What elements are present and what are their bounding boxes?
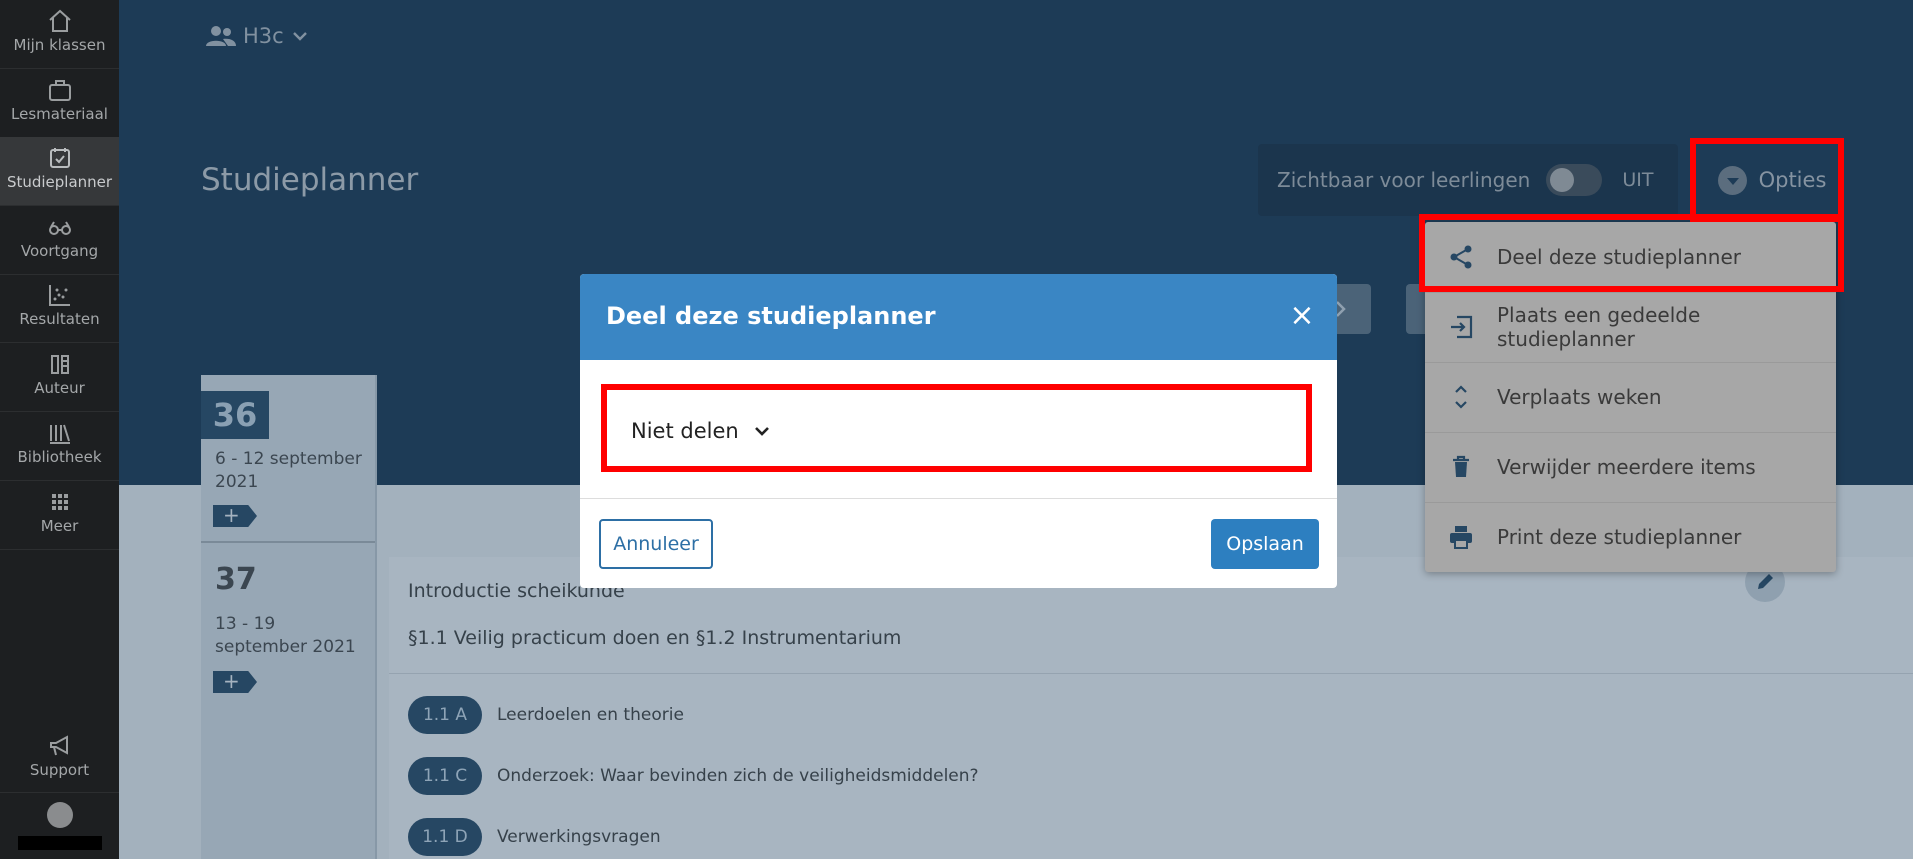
- save-button[interactable]: Opslaan: [1211, 519, 1319, 569]
- menu-item-delete-multiple[interactable]: Verwijder meerdere items: [1425, 432, 1836, 502]
- sidebar-item-label: Support: [29, 761, 90, 779]
- sidebar-item-resultaten[interactable]: Resultaten: [0, 274, 119, 342]
- avatar: [46, 802, 73, 828]
- dialog-header: Deel deze studieplanner ×: [580, 274, 1337, 360]
- sidebar-item-label: Studieplanner: [6, 173, 113, 191]
- library-icon: [47, 420, 73, 446]
- sidebar-item-label: Auteur: [34, 379, 85, 397]
- class-name: H3c: [243, 24, 284, 48]
- week-number: 36: [201, 391, 269, 439]
- lesson-item-text[interactable]: Verwerkingsvragen: [497, 827, 661, 847]
- sidebar-item-auteur[interactable]: Auteur: [0, 343, 119, 411]
- sidebar: Mijn klassen Lesmateriaal Studieplanner …: [0, 0, 119, 859]
- share-select[interactable]: Niet delen: [608, 394, 1308, 468]
- sidebar-item-voortgang[interactable]: Voortgang: [0, 206, 119, 274]
- divider: [0, 792, 119, 793]
- glasses-icon: [47, 214, 73, 240]
- sidebar-item-label: Resultaten: [19, 310, 100, 328]
- menu-item-print[interactable]: Print deze studieplanner: [1425, 502, 1836, 572]
- sidebar-item-support[interactable]: Support: [0, 725, 119, 793]
- briefcase-icon: [47, 77, 73, 103]
- chevron-down-icon: [292, 30, 308, 42]
- options-menu: Deel deze studieplanner Plaats een gedee…: [1425, 222, 1836, 572]
- lesson-item-code[interactable]: 1.1 C: [408, 757, 482, 795]
- print-icon: [1447, 523, 1475, 551]
- grid-icon: [47, 489, 73, 515]
- menu-item-label: Deel deze studieplanner: [1497, 245, 1741, 269]
- menu-item-share[interactable]: Deel deze studieplanner: [1425, 222, 1836, 292]
- week-dates-line1: 13 - 19: [215, 614, 276, 634]
- week-number: 37: [215, 562, 257, 597]
- sidebar-item-lesmateriaal[interactable]: Lesmateriaal: [0, 69, 119, 137]
- share-dialog: Deel deze studieplanner × Niet delen Ann…: [580, 274, 1337, 588]
- menu-item-move-weeks[interactable]: Verplaats weken: [1425, 362, 1836, 432]
- share-icon: [1447, 243, 1475, 271]
- sidebar-item-label: Meer: [40, 517, 79, 535]
- megaphone-icon: [47, 733, 73, 759]
- sidebar-item-label: Mijn klassen: [13, 36, 106, 54]
- visibility-switch[interactable]: [1546, 164, 1603, 196]
- menu-item-label: Print deze studieplanner: [1497, 525, 1742, 549]
- share-select-value: Niet delen: [631, 419, 739, 443]
- close-icon[interactable]: ×: [1282, 296, 1322, 336]
- people-icon: [205, 24, 237, 48]
- week-dates-line1: 6 - 12 september: [215, 449, 362, 469]
- cancel-button[interactable]: Annuleer: [599, 519, 713, 569]
- divider: [375, 375, 377, 859]
- add-item-button[interactable]: +: [213, 505, 257, 527]
- visibility-label: Zichtbaar voor leerlingen: [1277, 168, 1531, 192]
- menu-item-import[interactable]: Plaats een gedeelde studieplanner: [1425, 292, 1836, 362]
- divider: [580, 498, 1337, 499]
- switch-knob: [1550, 168, 1575, 192]
- redacted-username: [17, 836, 102, 850]
- class-selector[interactable]: H3c: [205, 24, 308, 48]
- menu-item-label: Verwijder meerdere items: [1497, 455, 1756, 479]
- menu-item-label: Plaats een gedeelde studieplanner: [1497, 303, 1701, 351]
- author-icon: [47, 351, 73, 377]
- sidebar-item-bibliotheek[interactable]: Bibliotheek: [0, 412, 119, 480]
- home-icon: [47, 8, 73, 34]
- sidebar-item-meer[interactable]: Meer: [0, 481, 119, 549]
- lesson-subtitle: §1.1 Veilig practicum doen en §1.2 Instr…: [408, 627, 902, 649]
- week-dates-line2: 2021: [215, 472, 259, 492]
- divider: [201, 541, 376, 543]
- sidebar-item-label: Bibliotheek: [17, 448, 102, 466]
- options-label: Opties: [1758, 168, 1827, 192]
- user-menu[interactable]: [0, 794, 119, 859]
- move-vertical-icon: [1447, 383, 1475, 411]
- sidebar-item-studieplanner[interactable]: Studieplanner: [0, 137, 119, 205]
- divider: [389, 673, 1913, 674]
- visibility-toggle-box: Zichtbaar voor leerlingen UIT: [1258, 144, 1678, 216]
- add-item-button[interactable]: +: [213, 671, 257, 693]
- menu-item-label: Verplaats weken: [1497, 385, 1662, 409]
- visibility-state: UIT: [1622, 169, 1654, 191]
- lesson-item-code[interactable]: 1.1 D: [408, 818, 482, 856]
- options-button[interactable]: Opties: [1707, 144, 1837, 216]
- scatter-chart-icon: [47, 282, 73, 308]
- week-dates-line2: september 2021: [215, 637, 356, 657]
- lesson-item-text[interactable]: Leerdoelen en theorie: [497, 705, 684, 725]
- chevron-down-icon: [753, 422, 771, 440]
- lesson-item-code[interactable]: 1.1 A: [408, 696, 482, 734]
- sidebar-item-mijn-klassen[interactable]: Mijn klassen: [0, 0, 119, 68]
- sidebar-item-label: Lesmateriaal: [11, 105, 108, 123]
- sidebar-item-label: Voortgang: [20, 242, 99, 260]
- lesson-item-text[interactable]: Onderzoek: Waar bevinden zich de veiligh…: [497, 766, 979, 786]
- import-icon: [1447, 313, 1475, 341]
- caret-circle-icon: [1717, 165, 1747, 195]
- divider: [0, 549, 119, 550]
- dialog-title: Deel deze studieplanner: [606, 302, 936, 330]
- calendar-check-icon: [47, 145, 73, 171]
- trash-icon: [1447, 453, 1475, 481]
- page-title: Studieplanner: [201, 162, 419, 198]
